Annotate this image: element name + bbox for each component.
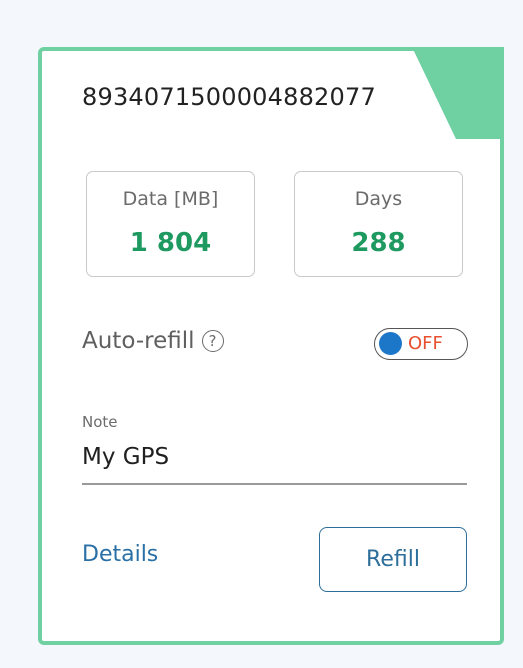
- card-corner-tab: [412, 47, 504, 139]
- note-underline: [82, 483, 467, 485]
- days-stat-box: Days 288: [294, 171, 463, 277]
- iccid-number: 8934071500004882077: [82, 83, 376, 111]
- data-stat-box: Data [MB] 1 804: [86, 171, 255, 277]
- data-stat-value: 1 804: [129, 228, 212, 258]
- note-label: Note: [82, 413, 118, 431]
- toggle-knob: [379, 332, 402, 355]
- auto-refill-label: Auto-refill: [82, 328, 195, 354]
- days-stat-value: 288: [351, 228, 406, 258]
- note-input[interactable]: My GPS: [82, 444, 169, 470]
- toggle-state-label: OFF: [408, 333, 443, 354]
- days-stat-label: Days: [354, 188, 403, 210]
- refill-button[interactable]: Refill: [319, 527, 467, 592]
- auto-refill-toggle[interactable]: OFF: [374, 328, 468, 360]
- question-circle-icon[interactable]: ?: [201, 330, 224, 352]
- details-link[interactable]: Details: [82, 542, 158, 567]
- data-stat-label: Data [MB]: [122, 188, 219, 210]
- sim-card: 8934071500004882077 Data [MB] 1 804 Days…: [38, 47, 504, 645]
- auto-refill-row: Auto-refill ?: [82, 328, 224, 354]
